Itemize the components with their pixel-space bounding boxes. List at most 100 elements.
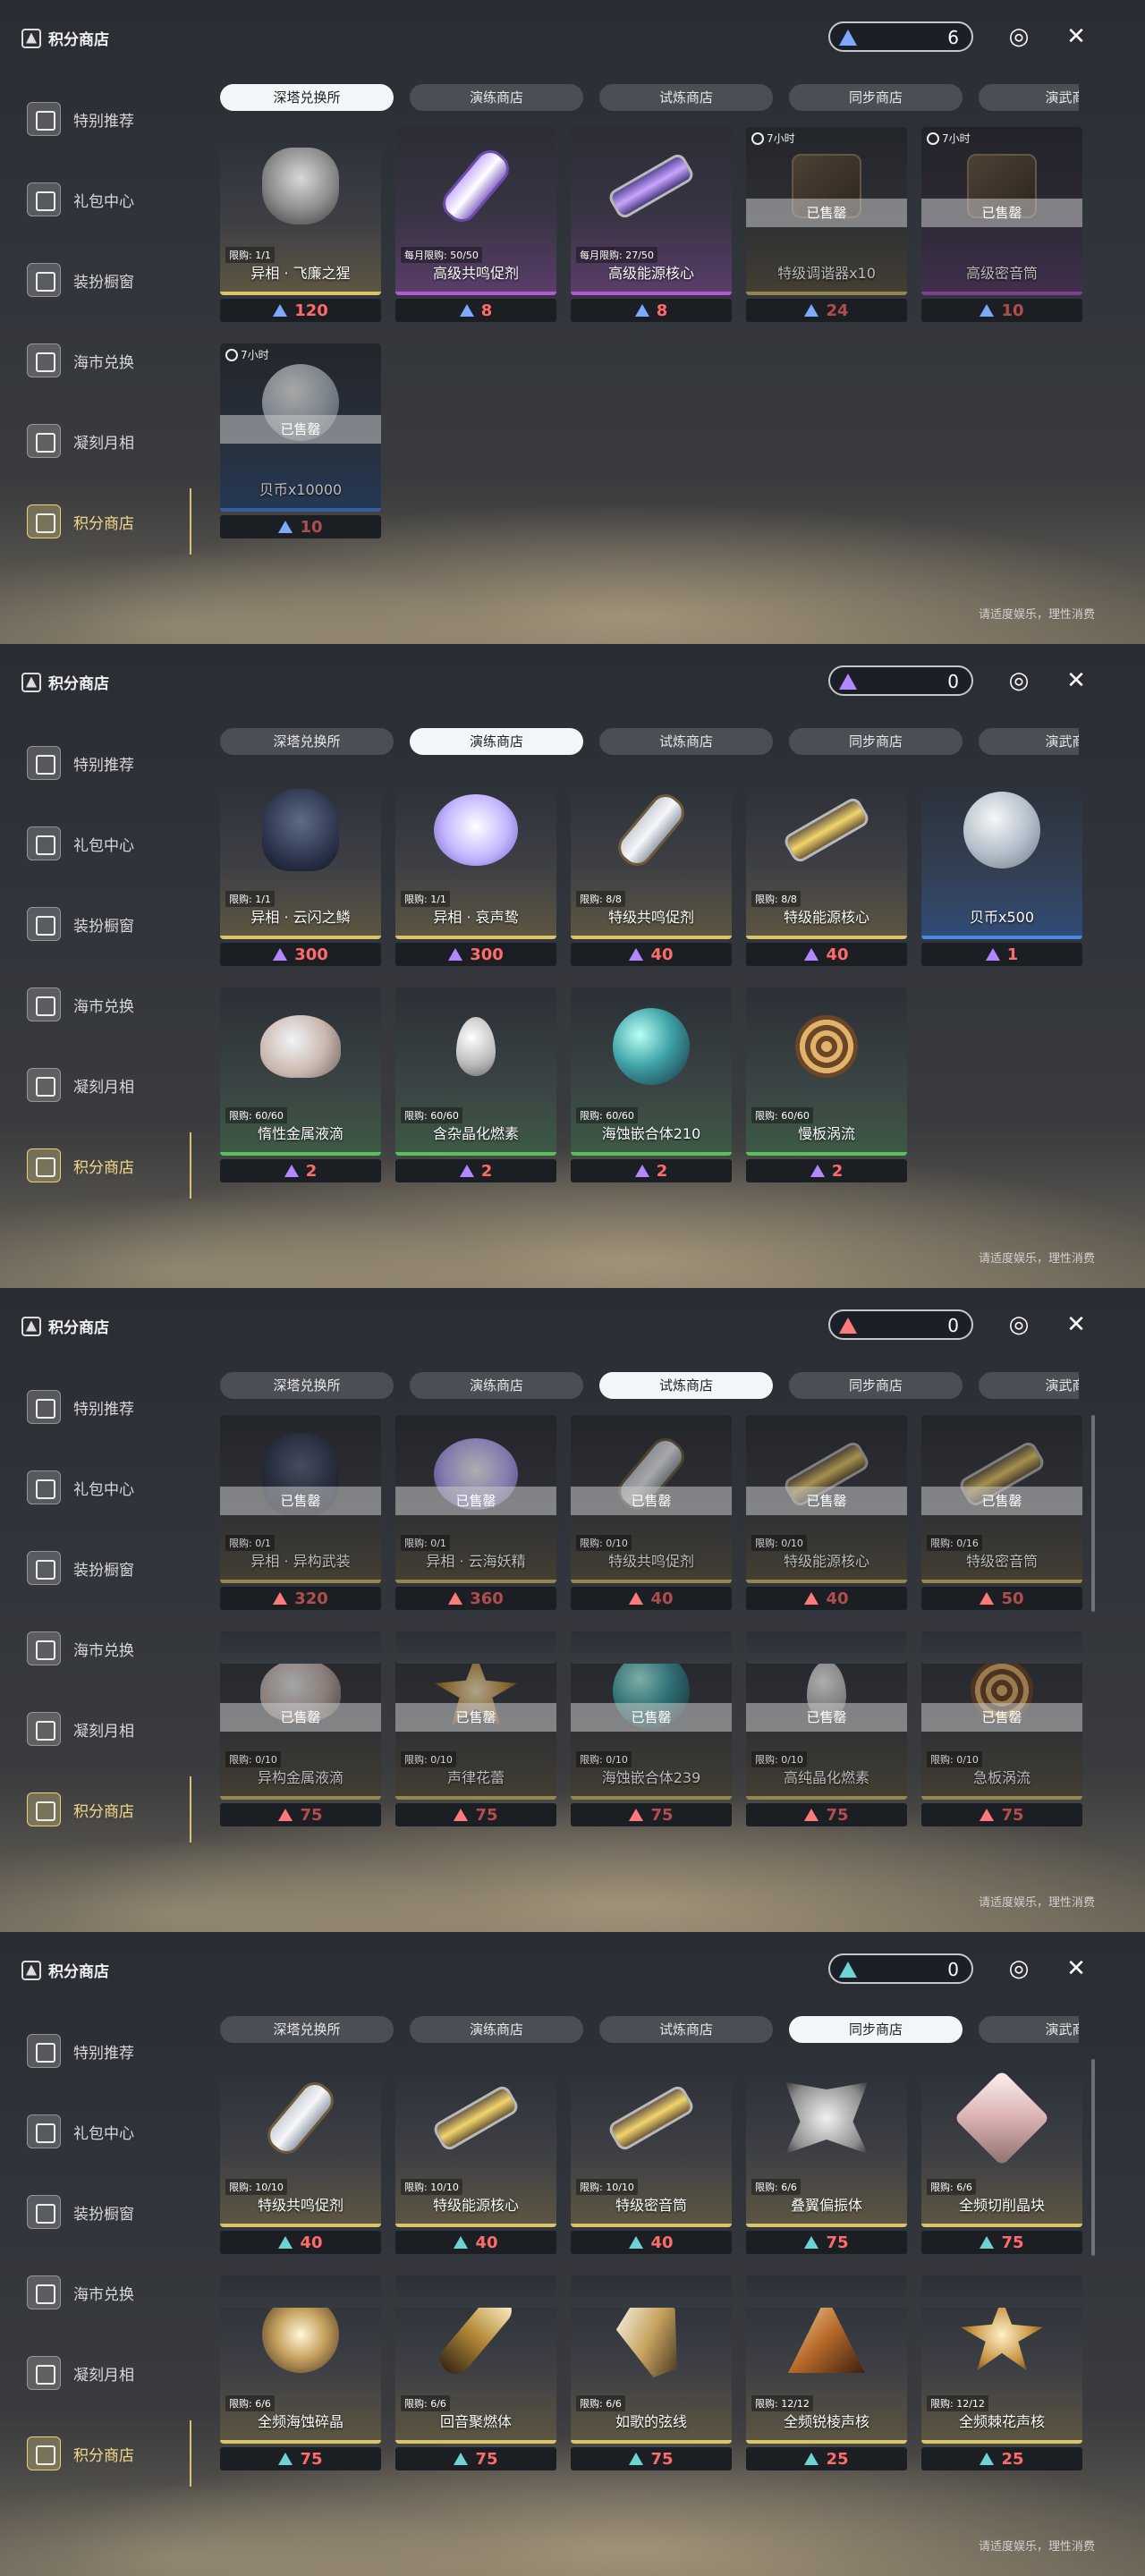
- sidebar-item[interactable]: 凝刻月相: [21, 2333, 191, 2413]
- sidebar-item[interactable]: 礼包中心: [21, 803, 191, 884]
- sidebar-item[interactable]: 特别推荐: [21, 2011, 191, 2091]
- close-icon[interactable]: ✕: [1061, 1309, 1091, 1340]
- item-icon: [961, 2299, 1043, 2370]
- sidebar-item[interactable]: 积分商店: [21, 1125, 191, 1206]
- sidebar-item[interactable]: 礼包中心: [21, 2091, 191, 2172]
- sidebar-item[interactable]: 积分商店: [21, 481, 191, 562]
- shop-tab[interactable]: 深塔兑换所: [220, 2016, 394, 2043]
- sidebar-item[interactable]: 装扮橱窗: [21, 240, 191, 320]
- target-icon[interactable]: ◎: [1004, 21, 1034, 52]
- shop-tab[interactable]: 试炼商店: [599, 84, 773, 111]
- sidebar-item[interactable]: 凝刻月相: [21, 1689, 191, 1769]
- shop-item-card[interactable]: 限购: 10/10 特级密音筒 40: [571, 2059, 732, 2254]
- shop-item-card[interactable]: 限购: 8/8 特级共鸣促剂 40: [571, 771, 732, 966]
- shop-item-card[interactable]: 限购: 0/16 已售罄 特级密音筒 50: [921, 1415, 1082, 1610]
- sidebar-item[interactable]: 特别推荐: [21, 1367, 191, 1447]
- sidebar-item[interactable]: 装扮橱窗: [21, 1528, 191, 1608]
- shop-item-card[interactable]: 限购: 60/60 海蚀嵌合体210 2: [571, 987, 732, 1182]
- sidebar-item[interactable]: 凝刻月相: [21, 1045, 191, 1125]
- sidebar-item[interactable]: 积分商店: [21, 2413, 191, 2494]
- shop-item-card[interactable]: 限购: 10/10 特级能源核心 40: [395, 2059, 556, 2254]
- price-value: 75: [826, 1805, 849, 1825]
- shop-item-card[interactable]: 每月限购: 27/50 高级能源核心 8: [571, 127, 732, 322]
- shop-tab[interactable]: 演练商店: [410, 2016, 583, 2043]
- sidebar-item[interactable]: 海市兑换: [21, 964, 191, 1045]
- shop-tab[interactable]: 演练商店: [410, 84, 583, 111]
- currency-value: 0: [947, 1315, 959, 1336]
- shop-tab[interactable]: 试炼商店: [599, 2016, 773, 2043]
- sidebar-item[interactable]: 特别推荐: [21, 79, 191, 159]
- item-name: 惰性金属液滴: [257, 1125, 344, 1142]
- shop-item-card[interactable]: 贝币x500 1: [921, 771, 1082, 966]
- scrollbar[interactable]: [1091, 2059, 1095, 2256]
- currency-icon: [278, 2453, 293, 2465]
- rarity-stripe: [746, 2224, 907, 2227]
- shop-tab[interactable]: 同步商店: [789, 728, 963, 755]
- shop-tabs: 深塔兑换所 演练商店 试炼商店 同步商店 演武商: [220, 1372, 1079, 1402]
- shop-item-card[interactable]: 限购: 1/1 异相 · 飞廉之猩 120: [220, 127, 381, 322]
- shop-item-card[interactable]: 限购: 60/60 含杂晶化燃素 2: [395, 987, 556, 1182]
- shop-tab[interactable]: 演练商店: [410, 728, 583, 755]
- gift-icon: [27, 2114, 61, 2148]
- shop-tab[interactable]: 同步商店: [789, 2016, 963, 2043]
- currency-icon: [810, 1165, 825, 1177]
- shop-item-card[interactable]: 7小时 已售罄 特级调谐器x10 24: [746, 127, 907, 322]
- shop-item-card[interactable]: 限购: 0/10 已售罄 特级共鸣促剂 40: [571, 1415, 732, 1610]
- sidebar-item[interactable]: 海市兑换: [21, 320, 191, 401]
- shop-tab[interactable]: 深塔兑换所: [220, 728, 394, 755]
- shop-item-card[interactable]: 限购: 6/6 叠翼偏振体 75: [746, 2059, 907, 2254]
- shop-item-card[interactable]: 每月限购: 50/50 高级共鸣促剂 8: [395, 127, 556, 322]
- item-name: 特级能源核心: [783, 1553, 869, 1570]
- scrollbar[interactable]: [1091, 1415, 1095, 1612]
- target-icon[interactable]: ◎: [1004, 665, 1034, 696]
- close-icon[interactable]: ✕: [1061, 665, 1091, 696]
- shop-item-card[interactable]: 限购: 0/1 已售罄 异相 · 云海妖精 360: [395, 1415, 556, 1610]
- page-title: 积分商店: [21, 671, 109, 693]
- sidebar-item[interactable]: 礼包中心: [21, 1447, 191, 1528]
- shop-tab[interactable]: 试炼商店: [599, 728, 773, 755]
- shop-tab[interactable]: 演武商: [979, 84, 1079, 111]
- sidebar-item[interactable]: 礼包中心: [21, 159, 191, 240]
- shop-tab[interactable]: 同步商店: [789, 1372, 963, 1399]
- target-icon[interactable]: ◎: [1004, 1309, 1034, 1340]
- shop-item-card[interactable]: 7小时 已售罄 贝币x10000 10: [220, 343, 381, 538]
- currency-counter[interactable]: 0: [828, 1309, 973, 1340]
- shop-item-card[interactable]: 限购: 8/8 特级能源核心 40: [746, 771, 907, 966]
- shop-tab[interactable]: 演武商: [979, 728, 1079, 755]
- currency-icon: [629, 1809, 644, 1821]
- sidebar-item[interactable]: 海市兑换: [21, 2252, 191, 2333]
- currency-counter[interactable]: 6: [828, 21, 973, 52]
- sold-out-badge: 已售罄: [746, 1703, 907, 1732]
- sidebar-item[interactable]: 装扮橱窗: [21, 2172, 191, 2252]
- currency-icon: [278, 1809, 293, 1821]
- sidebar-item[interactable]: 装扮橱窗: [21, 884, 191, 964]
- shop-tab[interactable]: 试炼商店: [599, 1372, 773, 1399]
- item-name: 高纯晶化燃素: [783, 1769, 869, 1786]
- shop-tab[interactable]: 演练商店: [410, 1372, 583, 1399]
- shop-item-card[interactable]: 限购: 1/1 异相 · 云闪之鳞 300: [220, 771, 381, 966]
- shop-tab[interactable]: 同步商店: [789, 84, 963, 111]
- sold-out-badge: 已售罄: [746, 1487, 907, 1515]
- shop-item-card[interactable]: 限购: 10/10 特级共鸣促剂 40: [220, 2059, 381, 2254]
- close-icon[interactable]: ✕: [1061, 21, 1091, 52]
- price-value: 2: [480, 1161, 493, 1181]
- shop-item-card[interactable]: 限购: 60/60 慢板涡流 2: [746, 987, 907, 1182]
- sidebar-item[interactable]: 海市兑换: [21, 1608, 191, 1689]
- shop-item-card[interactable]: 7小时 已售罄 高级密音筒 10: [921, 127, 1082, 322]
- shop-item-card[interactable]: 限购: 0/10 已售罄 特级能源核心 40: [746, 1415, 907, 1610]
- shop-item-card[interactable]: 限购: 1/1 异相 · 哀声鸷 300: [395, 771, 556, 966]
- shop-item-card[interactable]: 限购: 6/6 全频切削晶块 75: [921, 2059, 1082, 2254]
- target-icon[interactable]: ◎: [1004, 1953, 1034, 1984]
- shop-tab[interactable]: 演武商: [979, 2016, 1079, 2043]
- shop-item-card[interactable]: 限购: 60/60 惰性金属液滴 2: [220, 987, 381, 1182]
- shop-item-card[interactable]: 限购: 0/1 已售罄 异相 · 异构武装 320: [220, 1415, 381, 1610]
- sidebar-item[interactable]: 特别推荐: [21, 723, 191, 803]
- shop-tab[interactable]: 深塔兑换所: [220, 84, 394, 111]
- shop-tab[interactable]: 演武商: [979, 1372, 1079, 1399]
- sidebar-item[interactable]: 积分商店: [21, 1769, 191, 1850]
- currency-counter[interactable]: 0: [828, 1953, 973, 1984]
- shop-tab[interactable]: 深塔兑换所: [220, 1372, 394, 1399]
- sidebar-item[interactable]: 凝刻月相: [21, 401, 191, 481]
- currency-counter[interactable]: 0: [828, 665, 973, 696]
- close-icon[interactable]: ✕: [1061, 1953, 1091, 1984]
